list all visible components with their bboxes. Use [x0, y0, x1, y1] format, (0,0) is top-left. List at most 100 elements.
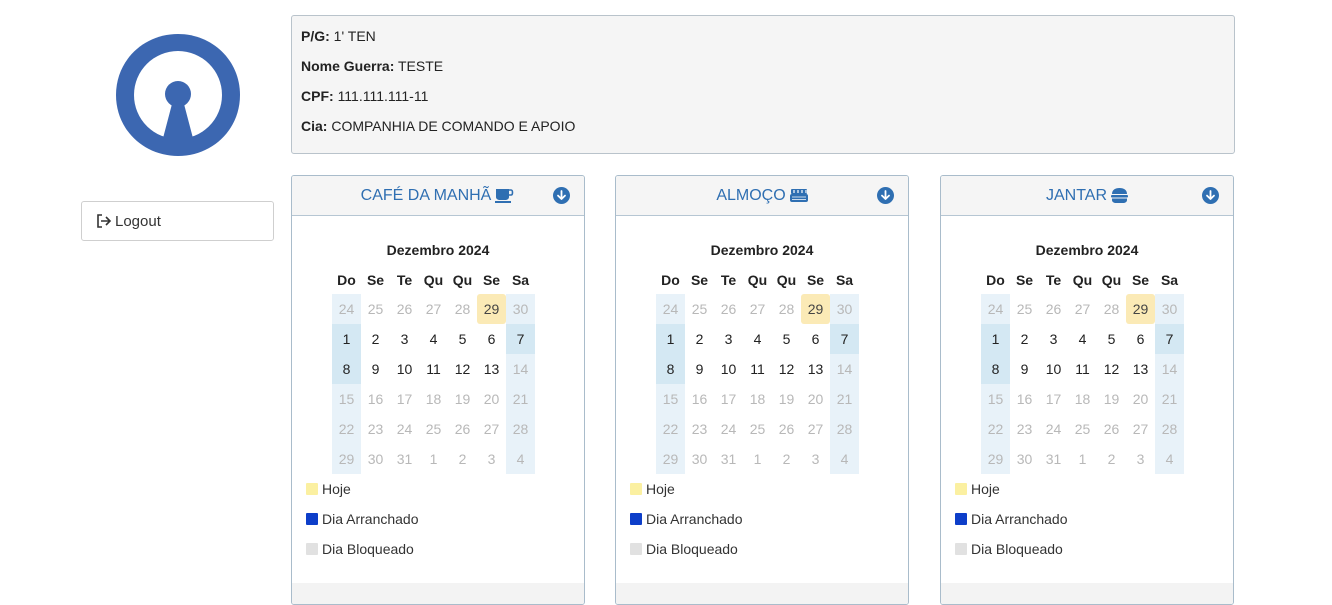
calendar-day[interactable]: 27: [801, 414, 830, 444]
calendar-day[interactable]: 28: [830, 414, 859, 444]
calendar-day[interactable]: 23: [1010, 414, 1039, 444]
calendar-day[interactable]: 19: [772, 384, 801, 414]
calendar-day[interactable]: 24: [714, 414, 743, 444]
calendar-day[interactable]: 2: [361, 324, 390, 354]
calendar-day[interactable]: 9: [685, 354, 714, 384]
calendar-day[interactable]: 3: [1126, 444, 1155, 474]
calendar-day[interactable]: 1: [656, 324, 685, 354]
calendar-day[interactable]: 25: [685, 294, 714, 324]
calendar-day[interactable]: 9: [1010, 354, 1039, 384]
calendar-day[interactable]: 26: [714, 294, 743, 324]
calendar-day[interactable]: 1: [743, 444, 772, 474]
calendar-day[interactable]: 30: [685, 444, 714, 474]
calendar-day[interactable]: 12: [1097, 354, 1126, 384]
calendar-day[interactable]: 3: [1039, 324, 1068, 354]
calendar-day[interactable]: 8: [981, 354, 1010, 384]
calendar-day[interactable]: 8: [656, 354, 685, 384]
calendar-day[interactable]: 14: [506, 354, 535, 384]
calendar-day[interactable]: 1: [332, 324, 361, 354]
calendar-day[interactable]: 16: [361, 384, 390, 414]
calendar-day[interactable]: 24: [390, 414, 419, 444]
calendar-day[interactable]: 16: [685, 384, 714, 414]
calendar-day[interactable]: 20: [801, 384, 830, 414]
calendar-day[interactable]: 31: [1039, 444, 1068, 474]
calendar-day[interactable]: 27: [743, 294, 772, 324]
calendar-day[interactable]: 8: [332, 354, 361, 384]
calendar-day[interactable]: 4: [743, 324, 772, 354]
calendar-day[interactable]: 16: [1010, 384, 1039, 414]
calendar-day[interactable]: 21: [830, 384, 859, 414]
calendar-day[interactable]: 26: [390, 294, 419, 324]
calendar-day[interactable]: 13: [477, 354, 506, 384]
calendar-day[interactable]: 10: [1039, 354, 1068, 384]
calendar-day[interactable]: 6: [1126, 324, 1155, 354]
calendar-day[interactable]: 15: [656, 384, 685, 414]
calendar-day[interactable]: 30: [361, 444, 390, 474]
calendar-day[interactable]: 17: [714, 384, 743, 414]
calendar-day[interactable]: 3: [390, 324, 419, 354]
calendar-day[interactable]: 24: [332, 294, 361, 324]
arrow-circle-down-icon[interactable]: [553, 187, 570, 204]
calendar-day[interactable]: 25: [1010, 294, 1039, 324]
calendar-day[interactable]: 21: [506, 384, 535, 414]
arrow-circle-down-icon[interactable]: [877, 187, 894, 204]
calendar-day[interactable]: 12: [772, 354, 801, 384]
calendar-day[interactable]: 18: [419, 384, 448, 414]
calendar-day[interactable]: 2: [1097, 444, 1126, 474]
calendar-day[interactable]: 31: [714, 444, 743, 474]
calendar-day[interactable]: 14: [830, 354, 859, 384]
calendar-day[interactable]: 2: [685, 324, 714, 354]
calendar-day[interactable]: 25: [361, 294, 390, 324]
calendar-day[interactable]: 13: [1126, 354, 1155, 384]
calendar-day[interactable]: 1: [419, 444, 448, 474]
calendar-day[interactable]: 23: [685, 414, 714, 444]
calendar-day[interactable]: 4: [830, 444, 859, 474]
calendar-day[interactable]: 18: [743, 384, 772, 414]
calendar-day[interactable]: 4: [1068, 324, 1097, 354]
calendar-day[interactable]: 11: [1068, 354, 1097, 384]
calendar-day[interactable]: 3: [801, 444, 830, 474]
calendar-day[interactable]: 17: [1039, 384, 1068, 414]
calendar-day[interactable]: 24: [981, 294, 1010, 324]
calendar-day[interactable]: 28: [506, 414, 535, 444]
calendar-day[interactable]: 18: [1068, 384, 1097, 414]
calendar-day[interactable]: 5: [1097, 324, 1126, 354]
calendar-day[interactable]: 14: [1155, 354, 1184, 384]
calendar-day[interactable]: 19: [1097, 384, 1126, 414]
calendar-day[interactable]: 29: [1126, 294, 1155, 324]
calendar-day[interactable]: 30: [1010, 444, 1039, 474]
calendar-day[interactable]: 25: [1068, 414, 1097, 444]
calendar-day[interactable]: 29: [981, 444, 1010, 474]
calendar-day[interactable]: 29: [332, 444, 361, 474]
calendar-day[interactable]: 7: [506, 324, 535, 354]
calendar-day[interactable]: 22: [332, 414, 361, 444]
calendar-day[interactable]: 17: [390, 384, 419, 414]
calendar-day[interactable]: 12: [448, 354, 477, 384]
calendar-day[interactable]: 5: [448, 324, 477, 354]
calendar-day[interactable]: 28: [1155, 414, 1184, 444]
calendar-day[interactable]: 26: [1097, 414, 1126, 444]
calendar-day[interactable]: 22: [981, 414, 1010, 444]
calendar-day[interactable]: 7: [1155, 324, 1184, 354]
calendar-day[interactable]: 19: [448, 384, 477, 414]
calendar-day[interactable]: 22: [656, 414, 685, 444]
calendar-day[interactable]: 31: [390, 444, 419, 474]
calendar-day[interactable]: 10: [390, 354, 419, 384]
calendar-day[interactable]: 3: [477, 444, 506, 474]
calendar-day[interactable]: 28: [772, 294, 801, 324]
arrow-circle-down-icon[interactable]: [1202, 187, 1219, 204]
calendar-day[interactable]: 20: [1126, 384, 1155, 414]
calendar-day[interactable]: 25: [419, 414, 448, 444]
calendar-day[interactable]: 1: [981, 324, 1010, 354]
calendar-day[interactable]: 11: [743, 354, 772, 384]
calendar-day[interactable]: 4: [419, 324, 448, 354]
calendar-day[interactable]: 27: [1068, 294, 1097, 324]
calendar-day[interactable]: 24: [1039, 414, 1068, 444]
calendar-day[interactable]: 15: [332, 384, 361, 414]
logout-button[interactable]: Logout: [81, 201, 274, 241]
calendar-day[interactable]: 26: [448, 414, 477, 444]
calendar-day[interactable]: 28: [1097, 294, 1126, 324]
calendar-day[interactable]: 29: [477, 294, 506, 324]
calendar-day[interactable]: 13: [801, 354, 830, 384]
calendar-day[interactable]: 5: [772, 324, 801, 354]
